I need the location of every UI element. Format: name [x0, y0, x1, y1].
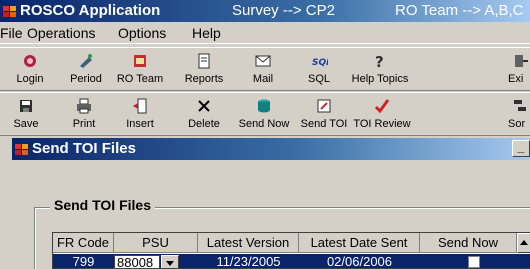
- toi-review-label: TOI Review: [353, 118, 411, 130]
- reports-label: Reports: [184, 73, 224, 85]
- sql-button[interactable]: SQL SQL: [296, 48, 342, 90]
- reports-button[interactable]: Reports: [178, 48, 230, 90]
- svg-text:?: ?: [375, 53, 384, 70]
- delete-icon: [198, 100, 210, 112]
- toi-review-icon: [374, 99, 390, 114]
- psu-dropdown-button[interactable]: [161, 255, 179, 268]
- ro-team-label: RO Team: [116, 73, 164, 85]
- login-button[interactable]: Login: [6, 48, 54, 90]
- child-window-icon: [15, 144, 28, 155]
- menu-operations[interactable]: Operations: [27, 22, 95, 44]
- toi-files-grid[interactable]: FR Code PSU Latest Version Latest Date S…: [52, 232, 530, 269]
- login-icon: [24, 55, 36, 67]
- mail-icon: [255, 55, 271, 67]
- send-now-button[interactable]: Send Now: [236, 93, 292, 135]
- save-button[interactable]: Save: [6, 93, 46, 135]
- period-icon: [80, 54, 92, 68]
- insert-label: Insert: [126, 118, 154, 130]
- scroll-up-button[interactable]: [517, 233, 530, 253]
- child-window-title-bar[interactable]: Send TOI Files _: [12, 138, 530, 160]
- help-icon: ?: [375, 53, 384, 70]
- sort-icon: [514, 100, 526, 111]
- send-toi-button[interactable]: Send TOI: [296, 93, 352, 135]
- app-title: ROSCO Application: [20, 2, 161, 19]
- cell-latest-date-sent[interactable]: 02/06/2006: [299, 254, 420, 268]
- cell-fr-code[interactable]: 799: [53, 254, 114, 268]
- send-toi-label: Send TOI: [300, 118, 348, 130]
- toolbar-main: Login Period RO Team Reports Mail SQL SQ…: [0, 47, 530, 91]
- survey-indicator: Survey --> CP2: [232, 2, 335, 19]
- send-now-checkbox[interactable]: [468, 256, 480, 268]
- app-title-bar[interactable]: ROSCO Application Survey --> CP2 RO Team…: [0, 0, 530, 22]
- sort-button[interactable]: Sor: [508, 93, 530, 135]
- save-icon: [20, 100, 32, 112]
- print-label: Print: [72, 118, 96, 130]
- help-topics-label: Help Topics: [351, 73, 409, 85]
- help-topics-button[interactable]: ? Help Topics: [347, 48, 413, 90]
- print-icon: [77, 98, 91, 114]
- sql-label: SQL: [307, 73, 330, 85]
- minimize-button[interactable]: _: [512, 140, 530, 157]
- col-header-latest-date-sent[interactable]: Latest Date Sent: [299, 233, 420, 253]
- login-label: Login: [16, 73, 44, 85]
- scroll-up-arrow-icon: [520, 240, 528, 245]
- menu-bar: File Operations Options Help: [0, 22, 530, 44]
- group-label: Send TOI Files: [50, 197, 155, 213]
- col-header-send-now[interactable]: Send Now: [420, 233, 517, 253]
- insert-button[interactable]: Insert: [116, 93, 164, 135]
- toolbar-edit: Save Print Insert Delete Send Now Send T…: [0, 92, 530, 136]
- toi-review-button[interactable]: TOI Review: [352, 93, 412, 135]
- insert-icon: [133, 98, 147, 114]
- exit-button[interactable]: Exi: [508, 48, 530, 90]
- psu-combo[interactable]: 88008: [114, 255, 160, 268]
- menu-options[interactable]: Options: [118, 22, 166, 44]
- menu-help[interactable]: Help: [192, 22, 221, 44]
- team-indicator: RO Team --> A,B,C: [395, 2, 524, 19]
- print-button[interactable]: Print: [64, 93, 104, 135]
- sort-label: Sor: [508, 118, 526, 130]
- send-now-icon: [258, 99, 270, 113]
- child-window-title: Send TOI Files: [32, 140, 136, 157]
- mail-label: Mail: [252, 73, 274, 85]
- chevron-down-icon: [166, 261, 174, 266]
- period-button[interactable]: Period: [62, 48, 110, 90]
- col-header-psu[interactable]: PSU: [114, 233, 198, 253]
- period-label: Period: [70, 73, 102, 85]
- sql-icon: SQL: [312, 58, 328, 68]
- reports-icon: [198, 53, 210, 69]
- delete-label: Delete: [188, 118, 220, 130]
- exit-icon: [515, 55, 528, 67]
- delete-button[interactable]: Delete: [180, 93, 228, 135]
- svg-text:SQL: SQL: [312, 58, 328, 68]
- exit-label: Exi: [508, 73, 524, 85]
- ro-team-button[interactable]: RO Team: [112, 48, 168, 90]
- app-icon: [3, 6, 16, 17]
- mail-button[interactable]: Mail: [240, 48, 286, 90]
- send-toi-icon: [317, 99, 331, 113]
- team-icon: [134, 55, 146, 67]
- menu-file[interactable]: File: [0, 22, 23, 44]
- cell-latest-version[interactable]: 11/23/2005: [198, 254, 299, 268]
- send-now-label: Send Now: [238, 118, 290, 130]
- save-label: Save: [13, 118, 39, 130]
- col-header-latest-version[interactable]: Latest Version: [198, 233, 299, 253]
- col-header-fr-code[interactable]: FR Code: [53, 233, 114, 253]
